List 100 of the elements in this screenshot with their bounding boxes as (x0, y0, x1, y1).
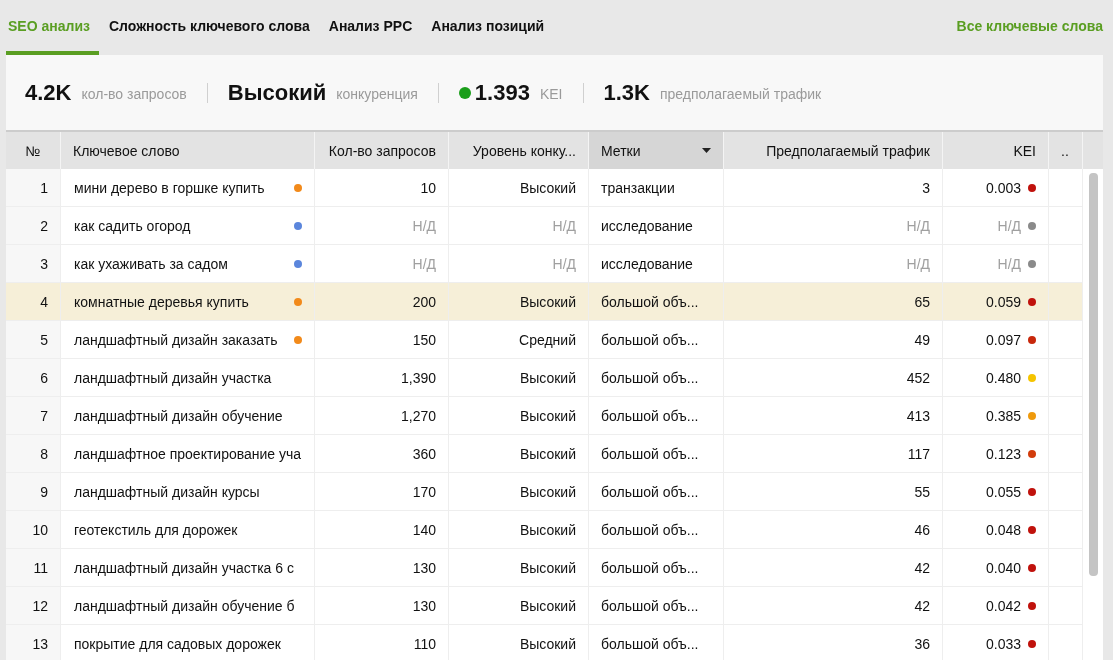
tab[interactable]: Сложность ключевого слова (106, 0, 319, 55)
kei-value: 0.048 (985, 521, 1021, 538)
table-row[interactable]: 3 как ухаживать за садом Н/Д Н/Д исследование Н/Д Н/Д (6, 245, 1082, 283)
table-cell: 130 (314, 549, 448, 586)
tab[interactable]: Анализ PPC (326, 0, 422, 55)
keyword-link: мини дерево в горшке купить (74, 179, 265, 196)
table-cell: большой объ... (588, 397, 723, 434)
table-cell: Высокий (448, 587, 588, 624)
table-cell: 12 (6, 587, 60, 624)
table-cell: 11 (6, 549, 60, 586)
table-cell: 13 (6, 625, 60, 660)
table-cell: большой объ... (588, 511, 723, 548)
metric-value: 1.393 (474, 79, 530, 106)
table-row[interactable]: 7 ландшафтный дизайн обучение 1,270 Высокий большой объ... 413 0.385 (6, 397, 1082, 435)
table-row[interactable]: 4 комнатные деревья купить 200 Высокий большой объ... 65 0.059 (6, 283, 1082, 321)
table-row[interactable]: 10 геотекстиль для дорожек 140 Высокий большой объ... 46 0.048 (6, 511, 1082, 549)
table-cell: транзакции (588, 169, 723, 206)
table-cell: 10 (314, 169, 448, 206)
table-cell: 110 (314, 625, 448, 660)
table-cell: Высокий (448, 473, 588, 510)
kei-value: 0.097 (985, 331, 1021, 348)
table-cell: Высокий (448, 169, 588, 206)
table-cell: 2 (6, 207, 60, 244)
table-row[interactable]: 1 мини дерево в горшке купить 10 Высокий транзакции 3 0.003 (6, 169, 1082, 207)
table-row[interactable]: 9 ландшафтный дизайн курсы 170 Высокий большой объ... 55 0.055 (6, 473, 1082, 511)
keyword-link: ландшафтный дизайн обучение (74, 407, 283, 424)
keyword-link: ландшафтный дизайн участка (74, 369, 272, 386)
table-cell: 452 (723, 359, 942, 396)
keyword-link: ландшафтный дизайн курсы (74, 483, 260, 500)
table-cell: большой объ... (588, 283, 723, 320)
keyword-link: ландшафтный дизайн участка 6 с (74, 559, 294, 576)
table-cell: Средний (448, 321, 588, 358)
table-cell: Н/Д (723, 207, 942, 244)
table-cell: большой объ... (588, 549, 723, 586)
kei-value: Н/Д (997, 217, 1021, 234)
table-row[interactable]: 5 ландшафтный дизайн заказать 150 Средний большой объ... 49 0.097 (6, 321, 1082, 359)
metric-value: Высокий (227, 79, 327, 106)
table-cell: исследование (588, 207, 723, 244)
table-cell: 150 (314, 321, 448, 358)
table-cell: большой объ... (588, 321, 723, 358)
table-cell: Высокий (448, 435, 588, 472)
keyword-link: геотекстиль для дорожек (74, 521, 238, 538)
metric-label: конкуренция (336, 86, 418, 102)
table-cell: Н/Д (314, 245, 448, 282)
metric-value: 1.3K (603, 79, 650, 106)
keyword-link: ландшафтный дизайн заказать (74, 331, 278, 348)
kei-value: Н/Д (997, 255, 1021, 272)
kei-value: 0.040 (985, 559, 1021, 576)
table-cell: большой объ... (588, 359, 723, 396)
table-cell: Высокий (448, 397, 588, 434)
table-cell: Высокий (448, 359, 588, 396)
metric-label: предполагаемый трафик (660, 86, 822, 102)
keyword-link: ландшафтное проектирование уча (74, 445, 302, 462)
table-row[interactable]: 11 ландшафтный дизайн участка 6 с 130 Высокий большой объ... 42 0.040 (6, 549, 1082, 587)
kei-value: 0.385 (985, 407, 1021, 424)
kei-value: 0.055 (985, 483, 1021, 500)
metric-label: кол-во запросов (81, 86, 187, 102)
table-cell: 49 (723, 321, 942, 358)
table-cell: 140 (314, 511, 448, 548)
table-cell: 36 (723, 625, 942, 660)
table-cell: Н/Д (723, 245, 942, 282)
table-cell: 65 (723, 283, 942, 320)
table-cell: 55 (723, 473, 942, 510)
table-cell: 9 (6, 473, 60, 510)
table-cell: большой объ... (588, 435, 723, 472)
table-cell: большой объ... (588, 587, 723, 624)
kei-value: 0.059 (985, 293, 1021, 310)
caret-icon (702, 148, 711, 153)
kei-value: 0.480 (985, 369, 1021, 386)
tab[interactable]: Анализ позиций (429, 0, 554, 55)
table-row[interactable]: 8 ландшафтное проектирование уча 360 Высокий большой объ... 117 0.123 (6, 435, 1082, 473)
table-cell: Высокий (448, 511, 588, 548)
table-cell: 46 (723, 511, 942, 548)
table-cell: 42 (723, 587, 942, 624)
table-row[interactable]: 12 ландшафтный дизайн обучение б 130 Высокий большой объ... 42 0.042 (6, 587, 1082, 625)
keyword-link: как ухаживать за садом (74, 255, 228, 272)
table-cell: 42 (723, 549, 942, 586)
keyword-link: покрытие для садовых дорожек (74, 635, 281, 652)
keyword-link: как садить огород (74, 217, 191, 234)
metric-value: 4.2K (25, 79, 72, 106)
table-row[interactable]: 2 как садить огород Н/Д Н/Д исследование Н/Д Н/Д (6, 207, 1082, 245)
table-cell: Высокий (448, 283, 588, 320)
table-row[interactable]: 6 ландшафтный дизайн участка 1,390 Высокий большой объ... 452 0.480 (6, 359, 1082, 397)
column-header[interactable]: Метки (588, 132, 723, 169)
keyword-link: комнатные деревья купить (74, 293, 249, 310)
table-cell: Н/Д (448, 245, 588, 282)
kei-value: 0.042 (985, 597, 1021, 614)
table-cell: 3 (6, 245, 60, 282)
table-cell: 5 (6, 321, 60, 358)
table-cell: 6 (6, 359, 60, 396)
table-cell: 8 (6, 435, 60, 472)
column-header[interactable]: № (6, 132, 60, 169)
table-cell: 170 (314, 473, 448, 510)
table-cell: Высокий (448, 549, 588, 586)
keyword-link: ландшафтный дизайн обучение б (74, 597, 295, 614)
table-cell: Высокий (448, 625, 588, 660)
table-cell: 413 (723, 397, 942, 434)
table-cell: 130 (314, 587, 448, 624)
table-cell: 117 (723, 435, 942, 472)
scrollbar[interactable] (1089, 173, 1098, 576)
